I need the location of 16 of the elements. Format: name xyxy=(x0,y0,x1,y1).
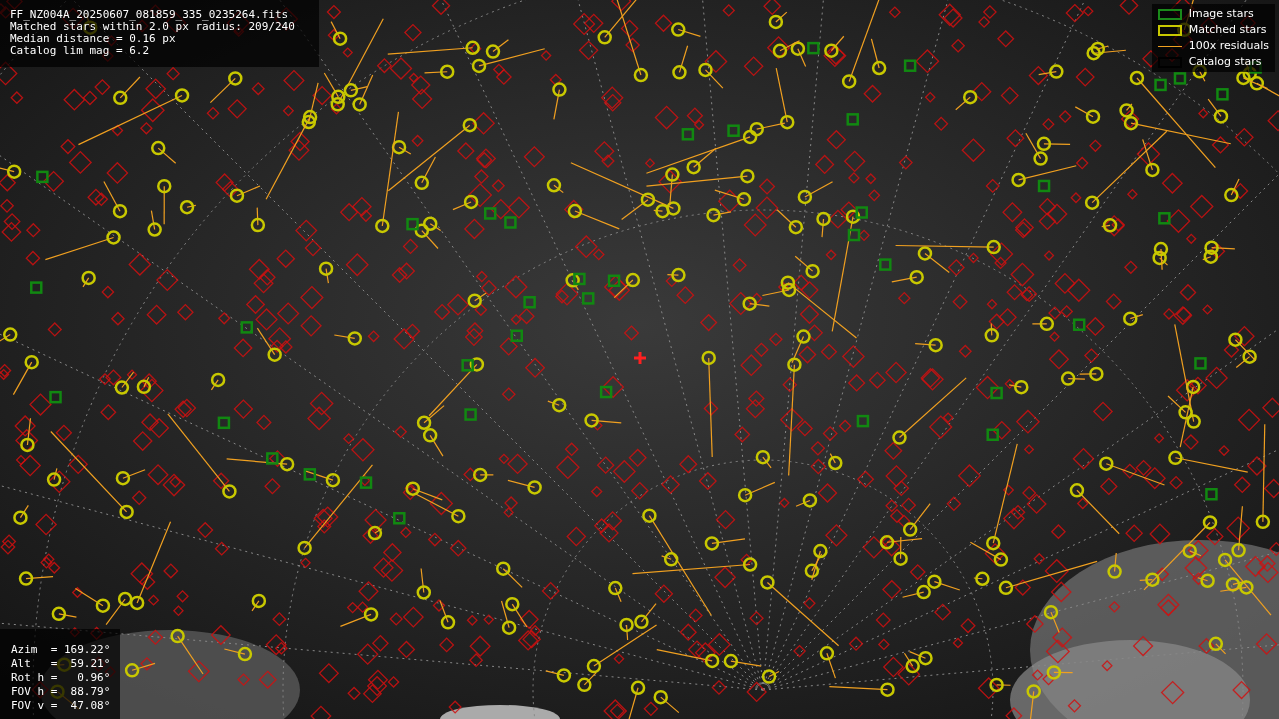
pointing-text: Rot h = 0.96° xyxy=(11,671,111,684)
image-stars-swatch xyxy=(1157,8,1182,20)
info-text: Catalog lim mag = 6.2 xyxy=(10,45,151,57)
residual-line-swatch xyxy=(1157,45,1182,47)
pointing-text: FOV h = 88.79° xyxy=(11,685,111,698)
legend-label: Image stars xyxy=(1188,8,1254,20)
info-text: FF_NZ004A_20250607_081859_335_0235264.fits xyxy=(10,9,290,21)
info-text: Matched stars within 2.0 px radius: 209/240 xyxy=(10,21,296,33)
pointing-text: Azim = 169.22° xyxy=(11,643,111,656)
legend-label: Catalog stars xyxy=(1188,56,1262,68)
legend-label: 100x residuals xyxy=(1188,40,1269,52)
pointing-text: Alt = 59.21° xyxy=(11,657,111,670)
pointing-text: FOV v = 47.08° xyxy=(11,699,111,712)
info-text: Median distance = 0.16 px xyxy=(10,33,177,45)
legend-label: Matched stars xyxy=(1188,24,1267,36)
matched-stars-swatch xyxy=(1157,24,1182,36)
